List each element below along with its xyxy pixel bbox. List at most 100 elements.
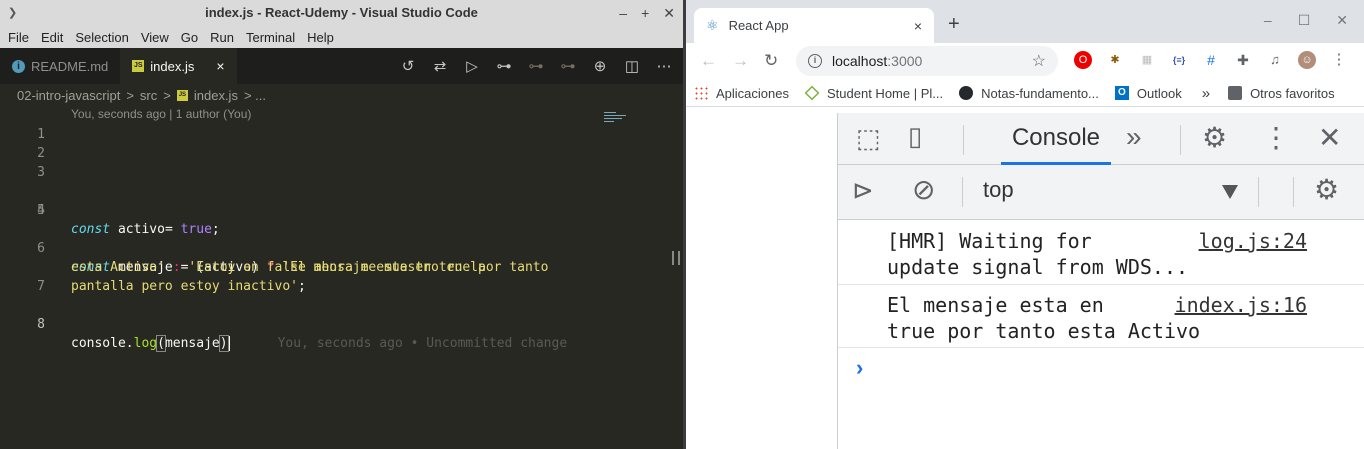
reload-icon[interactable]: ↻ [764,51,778,71]
run-icon[interactable]: ▷ [463,57,481,75]
vscode-titlebar: ❯ index.js - React-Udemy - Visual Studio… [0,0,683,26]
blame-icon[interactable]: ⊕ [591,57,609,75]
menu-run[interactable]: Run [204,30,240,45]
tab-console[interactable]: Console [1001,113,1111,165]
breadcrumb: 02-intro-javascript > src > JS index.js … [0,84,683,106]
json-extension-icon[interactable]: {≡} [1170,51,1188,69]
timeline-icon[interactable]: ↺ [399,57,417,75]
more-actions-icon[interactable]: ⋯ [655,57,673,75]
message-text-line2: true por tanto esta Activo [887,319,1201,343]
chrome-menu-icon[interactable]: ⋮ [1330,51,1348,69]
git-compare-icon[interactable]: ⇄ [431,57,449,75]
apps-grid-icon [694,86,708,100]
vscode-window: ❯ index.js - React-Udemy - Visual Studio… [0,0,683,449]
message-text-line1: El mensaje esta en [887,293,1104,317]
tab-strip: ⚛ React App × + – ☐ ✕ [686,0,1364,43]
devtools-toolbar: ⬚ ▯ Console » ⚙ ⋮ ✕ [838,113,1364,165]
tab-index-js[interactable]: JS index.js × [120,48,237,84]
next-change-icon[interactable]: ⊶ [559,57,577,75]
clear-console-icon[interactable]: ⊘ [912,173,935,206]
message-source-link[interactable]: log.js:24 [1199,228,1307,254]
forward-arrow-icon[interactable]: → [732,51,749,71]
window-menu-chevron-icon[interactable]: ❯ [8,0,17,26]
previous-change-icon[interactable]: ⊶ [527,57,545,75]
console-toolbar: ⊳ ⊘ top ⚙ [838,165,1364,220]
menu-selection[interactable]: Selection [69,30,134,45]
sidebar-toggle-icon[interactable]: ⊳ [852,175,874,206]
hash-extension-icon[interactable]: # [1202,51,1220,69]
browser-tab-react-app[interactable]: ⚛ React App × [694,8,934,43]
window-title: index.js - React-Udemy - Visual Studio C… [205,5,478,20]
breadcrumb-folder[interactable]: 02-intro-javascript [17,88,120,103]
tab-close-icon[interactable]: × [216,58,224,74]
breadcrumb-symbols[interactable]: > ... [244,88,266,103]
console-prompt-chevron-icon[interactable]: › [856,355,863,381]
tab-label: index.js [150,58,195,74]
code-line-wrap: esta Activo' : 'Estoy en false ahora me … [71,260,486,275]
device-toolbar-icon[interactable]: ▯ [908,121,922,152]
grid-extension-icon[interactable]: ▦ [1138,51,1156,69]
codelens-author[interactable]: You, seconds ago | 1 author (You) [71,107,251,121]
bookmark-label: Outlook [1136,85,1182,101]
more-tabs-icon[interactable]: » [1126,121,1142,153]
tab-label: README.md [31,58,109,74]
bookmark-other-favorites[interactable]: Otros favoritos [1220,86,1343,101]
maximize-icon[interactable]: ☐ [1298,12,1311,29]
bookmark-student-home[interactable]: Student Home | Pl... [797,86,951,101]
maximize-icon[interactable]: + [641,0,649,26]
bug-extension-icon[interactable]: ✱ [1106,51,1124,69]
bookmark-apps[interactable]: Aplicaciones [686,86,797,101]
settings-gear-icon[interactable]: ⚙ [1202,121,1227,154]
breadcrumb-separator: > [163,87,171,103]
line-number: 5 [37,203,45,218]
bookmark-label: Student Home | Pl... [827,85,944,101]
code-line: const activo= true; [71,222,220,237]
menu-go[interactable]: Go [175,30,204,45]
close-icon[interactable]: ✕ [1336,12,1348,29]
bookmark-star-icon[interactable]: ☆ [1032,51,1046,71]
breadcrumb-file[interactable]: index.js [194,88,238,103]
bookmark-notas[interactable]: Notas-fundamento... [951,86,1107,101]
menu-help[interactable]: Help [301,30,340,45]
split-editor-icon[interactable]: ◫ [623,57,641,75]
menu-terminal[interactable]: Terminal [240,30,301,45]
devtools-menu-icon[interactable]: ⋮ [1262,121,1290,154]
git-commit-icon[interactable]: ⊶ [495,57,513,75]
media-control-icon[interactable]: ♫ [1266,51,1284,69]
address-bar[interactable]: i localhost:3000 ☆ [796,46,1058,76]
line-number: 8 [37,317,45,332]
inspect-element-icon[interactable]: ⬚ [856,123,881,154]
console-message: [HMR] Waiting for update signal from WDS… [838,221,1364,285]
bookmarks-overflow-button[interactable]: » [1190,85,1220,102]
back-arrow-icon[interactable]: ← [700,51,717,71]
profile-avatar[interactable]: ☺ [1298,51,1316,69]
site-info-icon[interactable]: i [808,54,822,68]
chrome-window: ⚛ React App × + – ☐ ✕ ← → ↻ i localhost:… [686,0,1364,449]
close-icon[interactable]: ✕ [663,0,675,26]
breadcrumb-src[interactable]: src [140,88,157,103]
menu-file[interactable]: File [2,30,35,45]
info-icon: i [12,59,25,73]
tab-close-icon[interactable]: × [914,18,922,34]
breadcrumb-separator: > [126,87,134,103]
code-editor[interactable]: 1 2 3 4 const activo= true; 5 6 const me… [0,125,683,449]
menu-view[interactable]: View [135,30,175,45]
menu-bar: File Edit Selection View Go Run Terminal… [0,26,683,48]
opera-extension-icon[interactable]: O [1074,51,1092,69]
minimize-icon[interactable]: – [1264,12,1272,29]
menu-edit[interactable]: Edit [35,30,69,45]
minimize-icon[interactable]: – [619,0,627,26]
close-devtools-icon[interactable]: ✕ [1318,121,1341,154]
extensions-puzzle-icon[interactable]: ✚ [1234,51,1252,69]
context-dropdown-icon[interactable] [1222,185,1238,199]
context-selector[interactable]: top [983,177,1014,203]
new-tab-button[interactable]: + [948,13,960,36]
bookmark-outlook[interactable]: O Outlook [1107,86,1190,101]
line-number: 2 [37,146,45,161]
line-number: 1 [37,127,45,142]
minimap[interactable] [604,112,628,126]
diamond-icon [804,85,820,101]
tab-readme[interactable]: i README.md [0,48,120,84]
console-settings-icon[interactable]: ⚙ [1314,173,1339,206]
message-source-link[interactable]: index.js:16 [1175,292,1307,318]
